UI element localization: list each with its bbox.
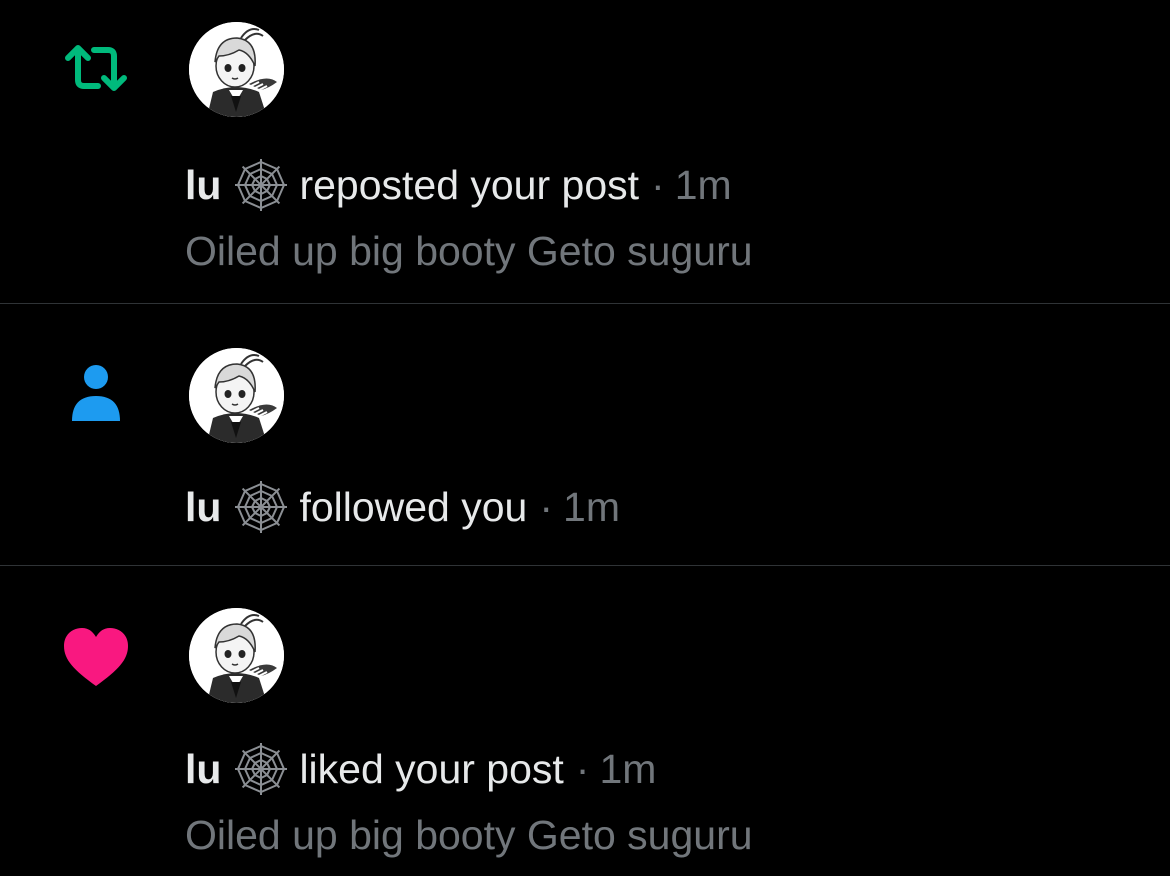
timestamp: 1m [563,484,620,530]
spiderweb-icon [233,741,289,797]
user-name[interactable]: lu [185,161,221,209]
post-preview[interactable]: Oiled up big booty Geto suguru [185,811,753,859]
notification-text: lu liked your post · 1m [185,741,656,797]
user-name[interactable]: lu [185,483,221,531]
notification-item[interactable]: lu reposted your post · 1m Oiled up big … [0,0,1170,303]
notification-text: lu reposted your post · 1m [185,157,732,213]
user-name[interactable]: lu [185,745,221,793]
spiderweb-icon [233,157,289,213]
repost-icon [60,32,132,104]
action-text: reposted your post [299,162,640,208]
action-text: followed you [299,484,528,530]
post-preview[interactable]: Oiled up big booty Geto suguru [185,227,753,275]
timestamp: 1m [674,162,732,208]
heart-icon [60,622,132,694]
avatar[interactable] [189,348,284,443]
separator: · [539,484,554,530]
timestamp: 1m [599,746,657,792]
separator: · [651,162,665,208]
spiderweb-icon [233,479,289,535]
action-text: liked your post [299,746,564,792]
avatar[interactable] [189,608,284,703]
notifications-feed: lu reposted your post · 1m Oiled up big … [0,0,1170,876]
notification-item[interactable]: lu liked your post · 1m Oiled up big boo… [0,566,1170,876]
person-follow-icon [60,358,132,430]
notification-item[interactable]: lu followed you · 1m [0,304,1170,565]
avatar[interactable] [189,22,284,117]
notification-text: lu followed you · 1m [185,479,620,535]
separator: · [575,746,590,792]
